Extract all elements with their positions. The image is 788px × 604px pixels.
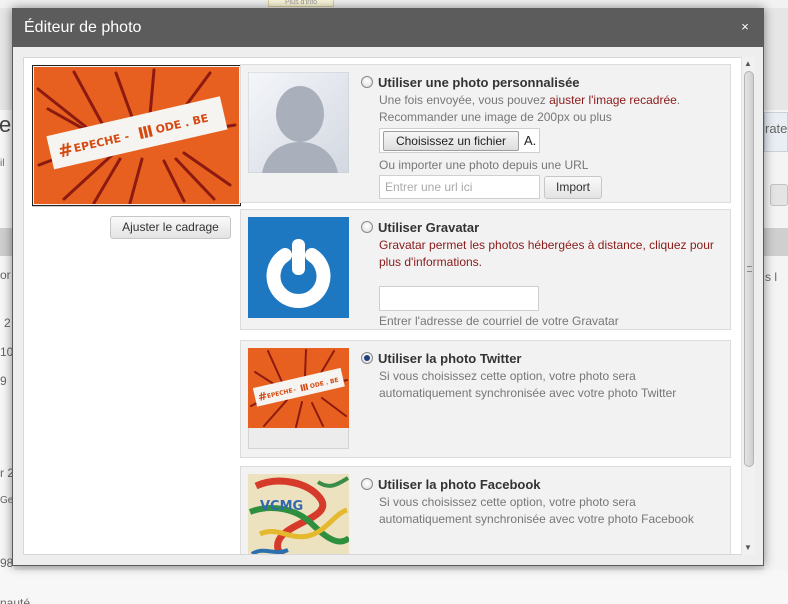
url-import-label: Ou importer une photo depuis une URL xyxy=(379,158,589,172)
background-text-fragment: e xyxy=(0,112,12,137)
scrollbar-grip-icon xyxy=(747,266,752,272)
background-right-button xyxy=(770,184,788,206)
photo-url-input[interactable] xyxy=(379,175,540,199)
close-icon[interactable]: × xyxy=(737,19,753,35)
facebook-logo-text: VCMG xyxy=(260,499,303,514)
current-photo-preview: # EPECHE - Ⅲ ODE . BE xyxy=(32,65,241,206)
scrollbar-thumb[interactable] xyxy=(744,71,754,467)
option-custom-photo: Utiliser une photo personnalisée Une foi… xyxy=(240,64,731,203)
background-top-bar xyxy=(0,0,788,8)
twitter-photo-radio[interactable] xyxy=(361,352,373,364)
background-text-fragment: nauté xyxy=(0,596,31,604)
photo-editor-dialog: Éditeur de photo × # EPECHE - Ⅲ ODE . BE… xyxy=(12,8,764,566)
import-button[interactable]: Import xyxy=(544,176,602,199)
depeche-mode-logo-image: # EPECHE - Ⅲ ODE . BE xyxy=(34,67,239,204)
background-text-fragment: 9 xyxy=(0,374,7,388)
option-twitter: # EPECHE - Ⅲ ODE . BE Utiliser la photo … xyxy=(240,340,731,458)
background-right-band xyxy=(764,228,788,256)
gravatar-title: Utiliser Gravatar xyxy=(378,220,480,235)
gravatar-radio[interactable] xyxy=(361,221,373,233)
gravatar-email-label: Entrer l'adresse de courriel de votre Gr… xyxy=(379,314,619,328)
facebook-photo-title: Utiliser la photo Facebook xyxy=(378,477,541,492)
twitter-photo-description-continued: automatiquement synchronisée avec votre … xyxy=(379,386,677,400)
background-text-fragment: s l xyxy=(765,270,777,284)
twitter-photo-description: Si vous choisissez cette option, votre p… xyxy=(379,369,636,383)
option-gravatar: Utiliser Gravatar Gravatar permet les ph… xyxy=(240,209,731,330)
preview-divider xyxy=(32,206,241,207)
twitter-thumbnail-frame xyxy=(248,428,349,449)
dialog-body: # EPECHE - Ⅲ ODE . BE Ajuster le cadrage xyxy=(13,47,763,565)
custom-photo-recommendation: Recommander une image de 200px ou plus xyxy=(379,110,612,124)
photo-options-panel: # EPECHE - Ⅲ ODE . BE Ajuster le cadrage xyxy=(23,57,753,555)
adjust-image-link[interactable]: ajuster l'image recadrée xyxy=(549,93,677,107)
adjust-crop-button[interactable]: Ajuster le cadrage xyxy=(110,216,231,239)
dialog-title: Éditeur de photo xyxy=(24,19,142,36)
facebook-photo-description-continued: automatiquement synchronisée avec votre … xyxy=(379,512,694,526)
custom-photo-description: Une fois envoyée, vous pouvez ajuster l'… xyxy=(379,92,680,109)
background-text-fragment: 2 xyxy=(4,316,11,330)
background-text-fragment: rate xyxy=(765,121,788,136)
background-text-fragment: il xyxy=(0,158,5,169)
facebook-photo-radio[interactable] xyxy=(361,478,373,490)
background-tooltip: Plus d'info xyxy=(268,0,334,7)
gravatar-info-link[interactable]: Gravatar permet les photos hébergées à d… xyxy=(379,237,714,254)
facebook-photo-description: Si vous choisissez cette option, votre p… xyxy=(379,495,636,509)
custom-photo-description-suffix: . xyxy=(676,93,681,107)
scroll-down-icon[interactable]: ▼ xyxy=(744,543,752,552)
file-status: A. xyxy=(524,133,537,148)
custom-photo-title: Utiliser une photo personnalisée xyxy=(378,75,580,90)
option-facebook: VCMG Utiliser la photo Facebook Si vous … xyxy=(240,466,731,554)
facebook-photo-thumbnail: VCMG xyxy=(248,474,349,554)
background-text-fragment: or xyxy=(0,268,11,282)
twitter-photo-thumbnail: # EPECHE - Ⅲ ODE . BE xyxy=(248,348,349,428)
custom-photo-description-text: Une fois envoyée, vous pouvez xyxy=(379,93,550,107)
file-upload-field: Choisissez un fichier A. xyxy=(379,128,540,153)
custom-photo-radio[interactable] xyxy=(361,76,373,88)
twitter-photo-title: Utiliser la photo Twitter xyxy=(378,351,522,366)
dialog-titlebar: Éditeur de photo × xyxy=(13,9,763,47)
options-scrollbar[interactable]: ▲ ▼ xyxy=(741,57,755,555)
scroll-up-icon[interactable]: ▲ xyxy=(744,59,752,68)
background-bottom-bar: nauté xyxy=(0,570,788,604)
gravatar-logo-icon xyxy=(248,217,349,318)
gravatar-info-link-continued[interactable]: plus d'informations. xyxy=(379,254,482,271)
gravatar-email-input[interactable] xyxy=(379,286,539,311)
avatar-silhouette-icon xyxy=(248,72,349,173)
choose-file-button[interactable]: Choisissez un fichier xyxy=(383,131,519,151)
